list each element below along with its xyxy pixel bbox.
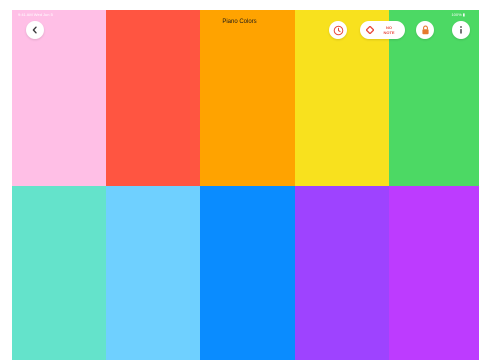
no-note-label: NO NOTE xyxy=(377,25,401,35)
lock-icon xyxy=(421,25,430,35)
lock-button[interactable] xyxy=(416,21,434,39)
piano-keys-grid xyxy=(12,10,479,360)
piano-key-purple[interactable] xyxy=(294,186,389,360)
piano-key-red[interactable] xyxy=(106,10,201,186)
timer-button[interactable] xyxy=(329,21,347,39)
piano-key-blue[interactable] xyxy=(200,186,295,360)
info-button[interactable] xyxy=(452,21,470,39)
app-screen: 9:41 AM Wed Jun 5 100% ▮ Piano Colors NO… xyxy=(0,0,479,360)
back-button[interactable] xyxy=(26,21,44,39)
no-note-label-line2: NOTE xyxy=(383,30,395,35)
piano-key-pink[interactable] xyxy=(12,10,107,186)
piano-key-teal[interactable] xyxy=(12,186,107,360)
note-diamond-icon xyxy=(366,26,374,34)
no-note-toggle-button[interactable]: NO NOTE xyxy=(360,21,405,39)
piano-key-magenta[interactable] xyxy=(388,186,479,360)
piano-key-orange[interactable] xyxy=(200,10,295,186)
piano-key-light-blue[interactable] xyxy=(106,186,201,360)
info-icon xyxy=(458,25,464,35)
chevron-left-icon xyxy=(31,26,39,34)
timer-icon xyxy=(333,25,344,36)
page-title: Piano Colors xyxy=(222,19,257,25)
